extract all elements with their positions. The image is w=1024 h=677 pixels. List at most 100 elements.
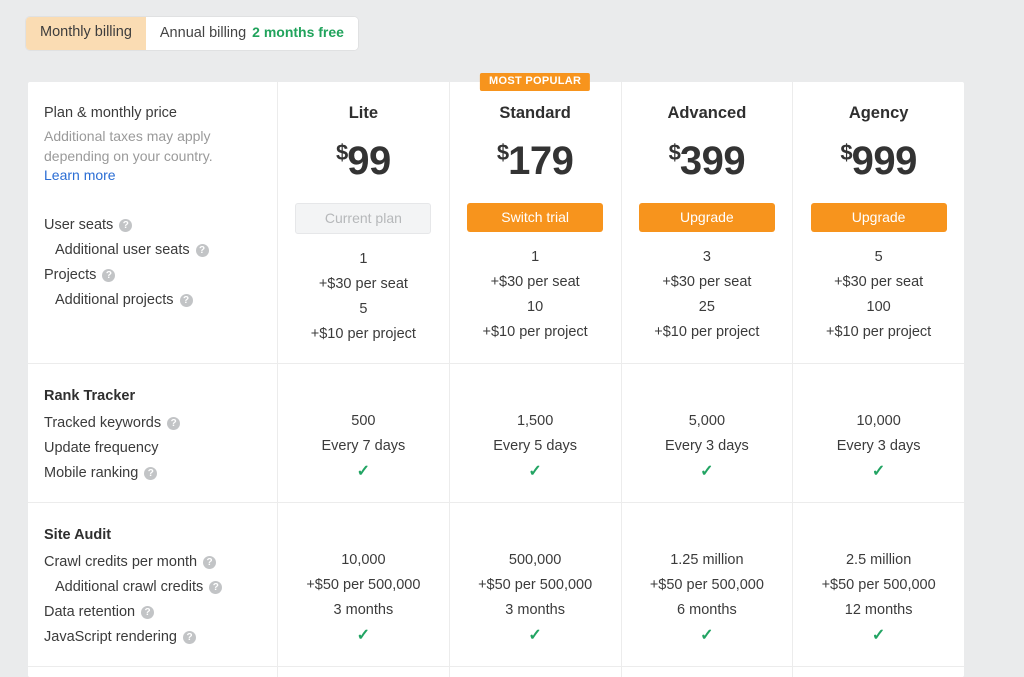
billing-period-toggle[interactable]: Monthly billing Annual billing 2 months f… (26, 17, 358, 50)
plan-column-agency: 10,000 Every 3 days ✓ (793, 364, 964, 502)
value-crawl-credits-standard: 500,000 (508, 552, 562, 568)
currency-symbol: $ (496, 140, 509, 165)
section-rank-tracker: Rank Tracker Tracked keywords ? Update f… (28, 364, 964, 503)
value-additional-projects-standard: +$10 per project (482, 324, 588, 340)
value-projects-lite: 5 (359, 301, 368, 317)
feature-label-crawl-credits: Crawl credits per month ? (44, 550, 259, 575)
help-icon[interactable]: ? (179, 293, 193, 307)
value-crawl-credits-agency: 2.5 million (845, 552, 912, 568)
value-tracked-keywords-standard: 1,500 (516, 413, 554, 429)
feature-label-tracked-keywords-text: Tracked keywords (44, 415, 162, 431)
value-additional-projects-advanced: +$10 per project (654, 324, 760, 340)
help-icon[interactable]: ? (195, 243, 209, 257)
feature-label-additional-crawl-credits-text: Additional crawl credits (55, 579, 204, 595)
feature-label-update-frequency-text: Update frequency (44, 440, 159, 456)
plan-price-agency: $999 (799, 128, 958, 195)
plan-column-advanced: 5,000 Every 3 days ✓ (622, 364, 794, 502)
tab-monthly-billing[interactable]: Monthly billing (26, 17, 146, 50)
plan-column-agency: Agency $999 Upgrade 5 +$30 per seat 100 … (793, 82, 964, 363)
price-amount: 999 (851, 139, 918, 183)
help-icon[interactable]: ? (209, 581, 223, 594)
help-icon[interactable]: ? (119, 218, 133, 232)
value-update-frequency-standard: Every 5 days (493, 438, 578, 454)
feature-label-column (28, 667, 278, 677)
help-icon[interactable]: ? (144, 467, 158, 480)
plan-cta-advanced[interactable]: Upgrade (638, 203, 775, 232)
value-additional-projects-agency: +$10 per project (826, 324, 932, 340)
value-projects-advanced: 25 (698, 299, 715, 315)
feature-label-mobile-ranking-text: Mobile ranking (44, 465, 139, 481)
plan-cta-lite[interactable]: Current plan (295, 203, 432, 234)
section-title-site-audit: Site Audit (44, 527, 112, 543)
tab-monthly-billing-label: Monthly billing (40, 24, 132, 40)
feature-label-additional-projects-text: Additional projects (55, 291, 174, 308)
help-icon[interactable]: ? (102, 268, 116, 282)
value-tracked-keywords-advanced: 5,000 (688, 413, 726, 429)
value-additional-crawl-credits-standard: +$50 per 500,000 (478, 577, 593, 593)
feature-label-mobile-ranking: Mobile ranking ? (44, 461, 259, 486)
section-site-audit: Site Audit Crawl credits per month ? Add… (28, 503, 964, 667)
feature-label-js-rendering-text: JavaScript rendering (44, 629, 177, 645)
feature-label-additional-user-seats-text: Additional user seats (55, 241, 190, 258)
value-js-rendering-advanced: ✓ (700, 627, 714, 644)
plan-column-agency: 2.5 million +$50 per 500,000 12 months ✓ (793, 503, 964, 666)
value-additional-user-seats-standard: +$30 per seat (490, 274, 580, 290)
help-icon[interactable]: ? (167, 417, 181, 430)
price-amount: 179 (508, 139, 574, 183)
value-data-retention-agency: 12 months (844, 602, 913, 618)
plan-column-lite: 10,000 +$50 per 500,000 3 months ✓ (278, 503, 450, 666)
feature-label-additional-crawl-credits: Additional crawl credits ? (44, 575, 259, 600)
value-mobile-ranking-advanced: ✓ (700, 463, 714, 480)
tax-note-text: Additional taxes may apply depending on … (44, 128, 213, 164)
value-additional-projects-lite: +$10 per project (310, 326, 416, 342)
value-additional-crawl-credits-agency: +$50 per 500,000 (821, 577, 936, 593)
value-user-seats-advanced: 3 (702, 249, 711, 265)
currency-symbol: $ (336, 140, 348, 165)
value-additional-crawl-credits-lite: +$50 per 500,000 (306, 577, 421, 593)
help-icon[interactable]: ? (203, 556, 217, 569)
tab-annual-billing[interactable]: Annual billing 2 months free (145, 17, 358, 50)
value-additional-user-seats-agency: +$30 per seat (834, 274, 924, 290)
currency-symbol: $ (840, 140, 852, 165)
value-user-seats-standard: 1 (531, 249, 540, 265)
feature-label-js-rendering: JavaScript rendering ? (44, 625, 259, 650)
value-data-retention-lite: 3 months (333, 602, 394, 618)
value-user-seats-lite: 1 (359, 251, 368, 267)
feature-label-user-seats: User seats ? (44, 213, 259, 238)
help-icon[interactable]: ? (141, 606, 155, 619)
plan-cta-standard[interactable]: Switch trial (467, 203, 604, 232)
value-user-seats-agency: 5 (874, 249, 883, 265)
value-mobile-ranking-agency: ✓ (871, 463, 886, 480)
plan-price-standard: $179 (456, 128, 615, 195)
plan-name-standard: Standard (499, 104, 571, 122)
value-update-frequency-lite: Every 7 days (321, 438, 406, 454)
section-title-rank-tracker: Rank Tracker (44, 388, 136, 404)
plan-column-advanced: 1.25 million +$50 per 500,000 6 months ✓ (622, 503, 794, 666)
value-js-rendering-agency: ✓ (871, 627, 886, 644)
feature-label-update-frequency: Update frequency (44, 436, 259, 461)
value-update-frequency-agency: Every 3 days (836, 438, 921, 454)
feature-label-column: Rank Tracker Tracked keywords ? Update f… (28, 364, 278, 502)
value-data-retention-standard: 3 months (505, 602, 565, 618)
plan-column-agency (793, 667, 964, 677)
value-additional-user-seats-lite: +$30 per seat (318, 276, 408, 292)
feature-label-projects-text: Projects (44, 266, 97, 283)
plan-name-lite: Lite (348, 104, 379, 122)
tab-annual-billing-label: Annual billing (159, 25, 247, 41)
plan-cta-agency[interactable]: Upgrade (810, 203, 947, 232)
plan-column-lite (278, 667, 450, 677)
plan-price-lite: $99 (284, 128, 443, 195)
plan-price-advanced: $399 (628, 128, 787, 195)
value-js-rendering-standard: ✓ (528, 627, 542, 644)
help-icon[interactable]: ? (183, 631, 196, 644)
plan-column-standard: 1,500 Every 5 days ✓ (450, 364, 622, 502)
most-popular-badge: MOST POPULAR (480, 73, 591, 91)
value-mobile-ranking-lite: ✓ (356, 463, 371, 480)
plan-name-agency: Agency (848, 104, 909, 122)
value-tracked-keywords-agency: 10,000 (856, 413, 901, 429)
value-update-frequency-advanced: Every 3 days (664, 438, 749, 454)
feature-label-additional-projects: Additional projects ? (44, 288, 259, 313)
learn-more-link[interactable]: Learn more (44, 167, 116, 183)
plan-column-lite: 500 Every 7 days ✓ (278, 364, 450, 502)
plan-column-advanced: Advanced $399 Upgrade 3 +$30 per seat 25… (622, 82, 794, 363)
